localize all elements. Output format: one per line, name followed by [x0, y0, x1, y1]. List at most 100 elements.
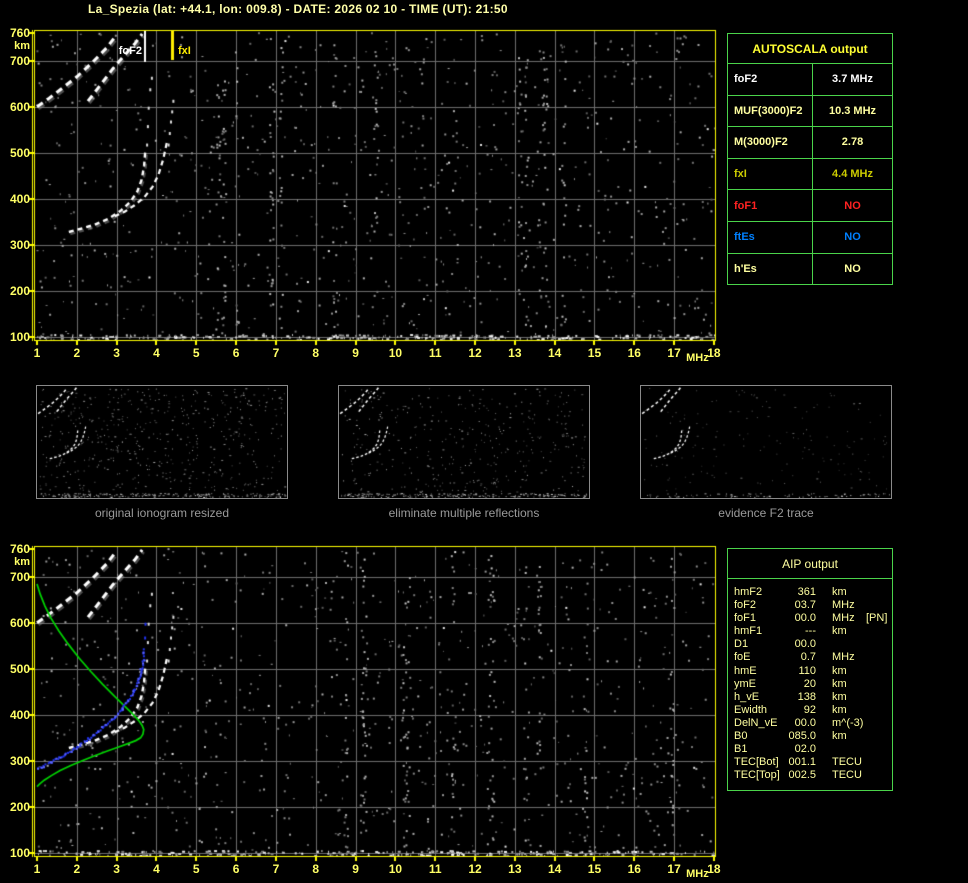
param-unit: km	[832, 625, 847, 638]
y-tick-label: 200	[9, 799, 30, 814]
autoscala-output-table: AUTOSCALA output foF2 3.7 MHz MUF(3000)F2 1…	[727, 33, 893, 286]
x-axis-unit: MHz	[686, 352, 709, 364]
param-label: fxI	[728, 158, 813, 190]
param-unit: MHz	[832, 599, 855, 612]
table-row: TEC[Bot] 001.1 TECU	[734, 756, 892, 769]
y-tick-label: 400	[9, 707, 30, 722]
param-label: h'Es	[728, 253, 813, 285]
param-value: 2.78	[841, 136, 864, 149]
y-tick-label: 100	[9, 845, 30, 860]
param-label: ymE	[734, 677, 756, 690]
param-label: h_vE	[734, 690, 760, 703]
table-row: fxI 4.4 MHz	[728, 157, 892, 190]
param-value: 92	[803, 703, 816, 716]
x-tick-label: 15	[587, 862, 602, 876]
param-value: 3.7 MHz	[832, 73, 873, 86]
param-unit: MHz	[832, 651, 855, 664]
y-tick-label: 500	[9, 145, 30, 160]
aip-table-header: AIP output	[728, 549, 892, 579]
param-note	[862, 691, 892, 704]
table-row: MUF(3000)F2 10.3 MHz	[728, 94, 892, 127]
x-tick-label: 3	[113, 862, 120, 876]
param-value: 10.3 MHz	[828, 104, 877, 117]
x-tick-label: 4	[153, 862, 160, 876]
x-tick-label: 11	[428, 346, 442, 360]
table-row: ftEs NO	[728, 220, 892, 253]
x-tick-label: 1	[33, 862, 41, 876]
x-tick-label: 16	[627, 346, 641, 360]
param-note: [PN]	[866, 612, 888, 625]
x-tick-label: 14	[547, 862, 562, 876]
thumbnail-evidence-f2-trace	[640, 385, 892, 499]
x-tick-label: 13	[508, 862, 522, 876]
param-note	[862, 651, 892, 664]
y-tick-label: 300	[9, 237, 30, 252]
table-row: h'Es NO	[728, 252, 892, 285]
param-label: hmF1	[734, 625, 763, 638]
param-label: foF2	[734, 599, 757, 612]
param-label: foF2	[728, 64, 813, 95]
param-label: M(3000)F2	[728, 127, 813, 158]
table-row: Ewidth 92 km	[734, 704, 892, 717]
param-value: 0.7	[800, 651, 816, 664]
param-note	[862, 638, 892, 651]
x-tick-label: 12	[468, 346, 482, 360]
y-tick-label: 760	[9, 26, 30, 40]
table-row: TEC[Top] 002.5 TECU	[734, 769, 892, 782]
aip-table-rows: hmF2 361 km foF2 03.7 MHz foF1 00.0 MHz [PN] hmF1 -…	[728, 579, 892, 782]
table-row: D1 00.0	[734, 638, 892, 651]
param-unit: km	[832, 664, 847, 677]
table-row: hmE 110 km	[734, 665, 892, 678]
table-row: foF1 00.0 MHz [PN]	[734, 612, 892, 625]
top-ionogram-plot	[28, 27, 720, 351]
y-tick-label: 700	[9, 53, 30, 68]
y-tick-label: 760	[9, 542, 30, 556]
x-tick-label: 7	[272, 346, 280, 360]
x-tick-label: 16	[627, 862, 641, 876]
x-tick-label: 15	[587, 346, 602, 360]
x-tick-label: 10	[388, 862, 403, 876]
param-label: B1	[734, 743, 748, 756]
y-axis-unit: km	[14, 556, 30, 568]
param-value: 00.0	[794, 638, 816, 651]
y-tick-label: 200	[9, 283, 30, 298]
param-unit: km	[832, 703, 847, 716]
table-row: h_vE 138 km	[734, 691, 892, 704]
param-unit: km	[832, 690, 847, 703]
param-label: foE	[734, 651, 751, 664]
table-row: foF2 3.7 MHz	[728, 63, 892, 95]
bottom-ionogram-plot	[28, 543, 720, 867]
x-axis-unit: MHz	[686, 868, 709, 880]
thumbnail-caption: evidence F2 trace	[718, 506, 814, 520]
param-note	[862, 586, 892, 599]
param-note	[862, 665, 892, 678]
table-row: hmF2 361 km	[734, 586, 892, 599]
autoscala-table-rows: foF2 3.7 MHz MUF(3000)F2 10.3 MHz M(3000)F2 2…	[728, 63, 892, 285]
param-value: 002.5	[788, 769, 816, 782]
y-tick-label: 500	[9, 661, 30, 676]
table-row: ymE 20 km	[734, 678, 892, 691]
table-row: B0 085.0 km	[734, 730, 892, 743]
x-tick-label: 7	[272, 862, 280, 876]
x-tick-label: 2	[73, 862, 81, 876]
param-label: DelN_vE	[734, 716, 778, 729]
y-tick-label: 400	[9, 191, 30, 206]
y-axis-unit: km	[14, 40, 30, 52]
y-tick-label: 600	[9, 615, 30, 630]
y-tick-label: 100	[9, 329, 30, 344]
param-note	[862, 756, 892, 769]
table-row: foE 0.7 MHz	[734, 651, 892, 664]
param-unit: km	[832, 586, 847, 598]
thumbnail-caption: eliminate multiple reflections	[388, 506, 540, 520]
param-value: 20	[803, 677, 816, 690]
y-tick-label: 300	[9, 753, 30, 768]
table-row: B1 02.0	[734, 743, 892, 756]
param-label: MUF(3000)F2	[728, 95, 813, 127]
x-tick-label: 1	[33, 346, 41, 360]
param-note	[862, 625, 892, 638]
x-tick-label: 9	[352, 346, 359, 360]
param-label: B0	[734, 730, 748, 743]
param-unit: MHz	[832, 612, 855, 625]
param-label: hmF2	[734, 586, 763, 598]
param-value: 00.0	[794, 612, 816, 625]
